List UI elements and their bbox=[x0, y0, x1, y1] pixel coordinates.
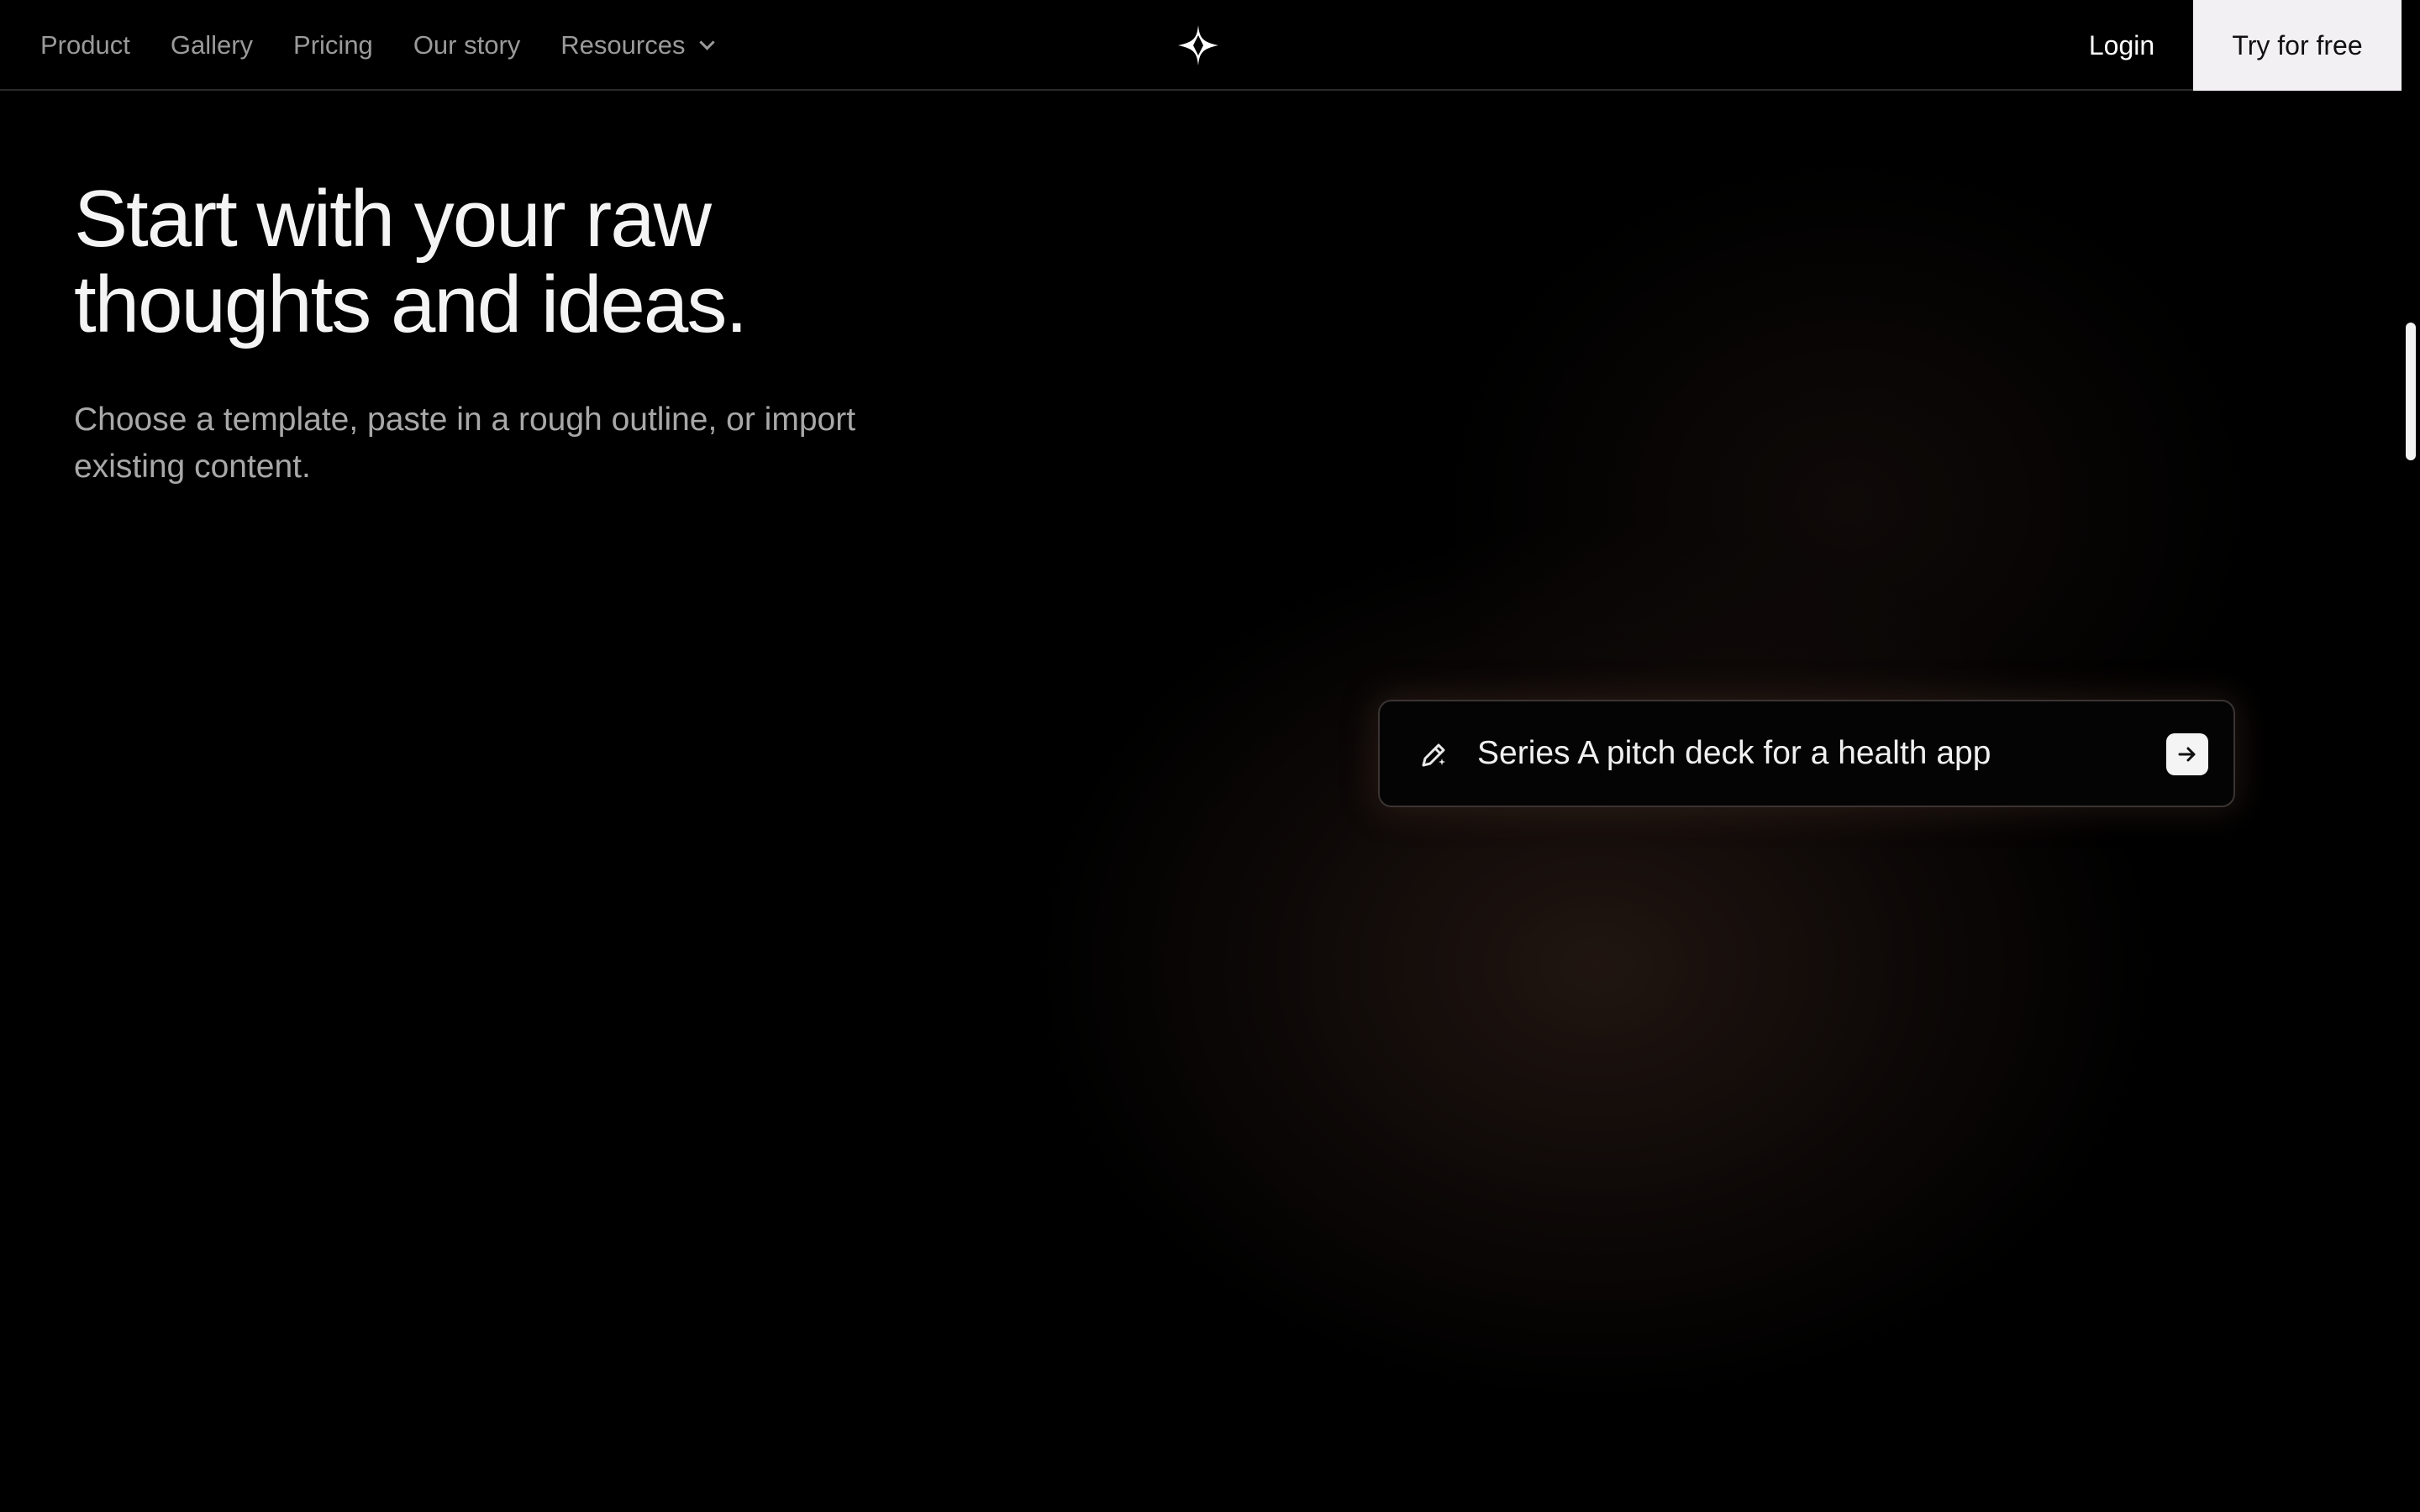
nav-item-label: Resources bbox=[560, 30, 686, 60]
prompt-text[interactable]: Series A pitch deck for a health app bbox=[1477, 701, 1991, 806]
submit-prompt-button[interactable] bbox=[2166, 733, 2208, 775]
nav-item-label: Product bbox=[40, 30, 130, 60]
headline-line: thoughts and ideas. bbox=[74, 260, 748, 349]
hero-headline: Start with your raw thoughts and ideas. bbox=[74, 176, 998, 348]
headline-line: Start with your raw bbox=[74, 174, 712, 264]
try-for-free-button[interactable]: Try for free bbox=[2193, 0, 2402, 91]
nav-item-pricing[interactable]: Pricing bbox=[293, 30, 373, 60]
nav-item-resources-dropdown[interactable]: Resources bbox=[560, 30, 716, 60]
main-nav: Product Gallery Pricing Our story Resour… bbox=[40, 0, 716, 91]
sparkle-icon[interactable] bbox=[1176, 24, 1220, 67]
page: Product Gallery Pricing Our story Resour… bbox=[0, 0, 2420, 1512]
scrollbar-track[interactable] bbox=[2402, 0, 2420, 1512]
subhead-line: existing content. bbox=[74, 449, 311, 485]
top-navigation-bar: Product Gallery Pricing Our story Resour… bbox=[0, 0, 2402, 91]
scrollbar-thumb[interactable] bbox=[2406, 323, 2416, 460]
nav-item-product[interactable]: Product bbox=[40, 30, 130, 60]
hero-subheading: Choose a template, paste in a rough outl… bbox=[74, 396, 914, 491]
chevron-down-icon bbox=[699, 34, 716, 50]
nav-item-label: Pricing bbox=[293, 30, 373, 60]
login-button[interactable]: Login bbox=[2067, 0, 2176, 91]
nav-item-label: Gallery bbox=[170, 30, 254, 60]
prompt-input-box[interactable]: Series A pitch deck for a health app bbox=[1378, 700, 2235, 807]
arrow-right-icon bbox=[2178, 747, 2196, 762]
nav-item-gallery[interactable]: Gallery bbox=[171, 30, 253, 60]
nav-item-label: Our story bbox=[413, 30, 521, 60]
pencil-sparkle-icon bbox=[1422, 743, 1445, 767]
nav-item-our-story[interactable]: Our story bbox=[413, 30, 520, 60]
subhead-line: Choose a template, paste in a rough outl… bbox=[74, 402, 856, 438]
